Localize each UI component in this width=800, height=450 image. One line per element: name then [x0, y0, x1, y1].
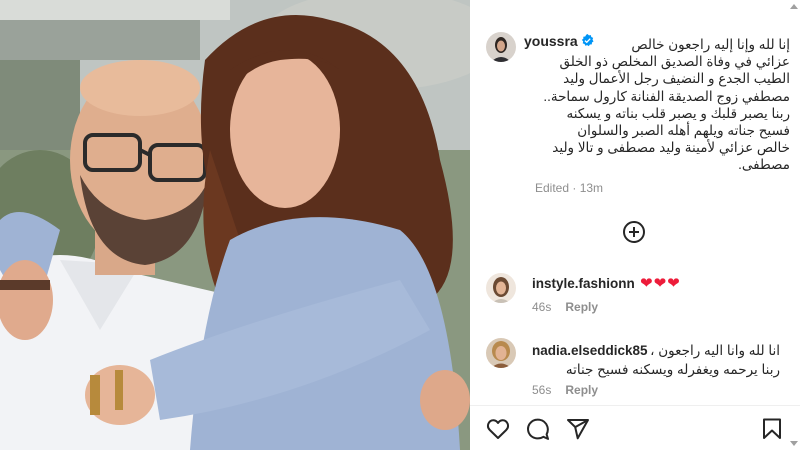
comment-meta: 46s Reply: [532, 300, 598, 314]
commenter-avatar[interactable]: [486, 273, 516, 303]
caption-line: مصطفى.: [738, 157, 790, 173]
reply-button[interactable]: Reply: [565, 300, 598, 314]
commenter-avatar[interactable]: [486, 338, 516, 368]
bookmark-icon[interactable]: [760, 417, 784, 441]
post-photo-illustration: [0, 0, 470, 450]
caption-line: إنا لله وإنا إليه راجعون خالص: [631, 37, 790, 52]
plus-circle-icon[interactable]: [622, 220, 646, 244]
comment-icon[interactable]: [526, 417, 550, 441]
comment-time: 46s: [532, 300, 552, 314]
caption-line: عزائي في وفاة الصديق المخلص ذو الخلق: [559, 54, 790, 70]
scroll-up-icon[interactable]: [790, 4, 798, 9]
caption-line: خالص عزائي لأمينة وليد مصطفى و تالا وليد: [552, 140, 790, 156]
paper-plane-icon[interactable]: [566, 417, 590, 441]
actions-divider: [470, 405, 800, 406]
edited-time: 13m: [579, 181, 604, 195]
comment-text: ربنا يرحمه ويغفرله ويسكنه فسيح جناته: [565, 362, 780, 377]
comment-time: 56s: [532, 383, 552, 397]
comment-meta: 56s Reply: [532, 383, 598, 397]
comment-username[interactable]: nadia.elseddick85: [532, 343, 648, 358]
caption-line: ربنا يصبر قلبك و يصبر قلب بناته و يسكنه: [566, 105, 790, 121]
post-details-panel: youssra إنا لله وإنا إليه راجعون خالص عز…: [470, 0, 800, 450]
post-edited-meta: Edited · 13m: [535, 181, 604, 195]
caption-line: مصطفي زوج الصديقة الفنانة كارول سماحة..: [543, 88, 790, 104]
edited-label: Edited: [535, 181, 570, 195]
heart-icon[interactable]: [486, 417, 510, 441]
caption-line: الطيب الجدع و النضيف رجل الأعمال وليد: [563, 71, 790, 87]
scroll-down-icon[interactable]: [790, 441, 798, 446]
post-photo[interactable]: [0, 0, 470, 450]
post-caption: إنا لله وإنا إليه راجعون خالص عزائي في و…: [500, 36, 790, 174]
reply-button[interactable]: Reply: [565, 383, 598, 397]
comment-hearts: ❤❤❤: [640, 275, 681, 292]
caption-line: فسيح جناته ويلهم أهله الصبر والسلوان: [577, 123, 790, 139]
comment-username[interactable]: instyle.fashionn: [532, 276, 635, 291]
comment-text: انا لله وانا اليه راجعون ،: [650, 343, 780, 358]
